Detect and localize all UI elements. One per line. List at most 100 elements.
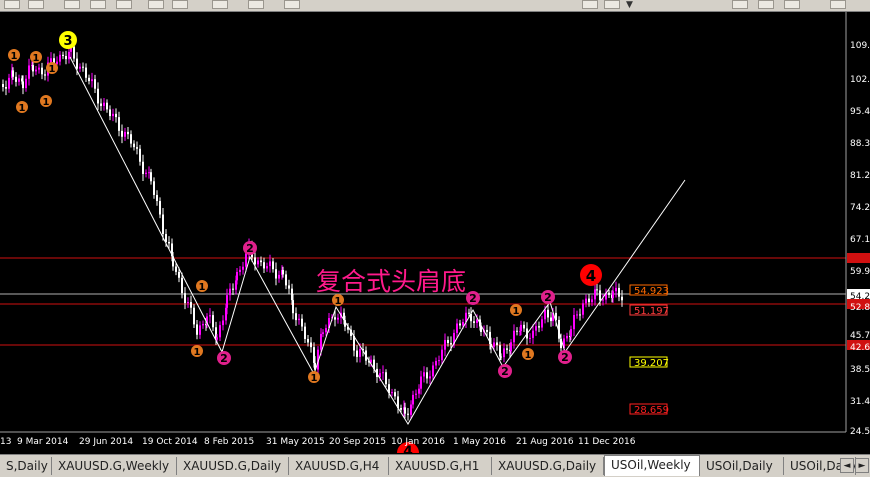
price-chart[interactable]: 复合式头肩底 1 1 1 1 1 3 1 1 2 2 1 1 4 2 2 1 1… bbox=[0, 12, 870, 453]
toolbar-button[interactable] bbox=[784, 0, 800, 9]
toolbar-button[interactable] bbox=[28, 0, 44, 9]
toolbar-button[interactable] bbox=[248, 0, 264, 9]
toolbar-button[interactable] bbox=[758, 0, 774, 9]
price-box[interactable]: 54.923 bbox=[629, 284, 669, 297]
candle-body bbox=[516, 330, 518, 332]
candle-body bbox=[301, 318, 303, 327]
tab-chart[interactable]: XAUUSD.G,Weekly bbox=[52, 457, 177, 475]
toolbar-button[interactable] bbox=[604, 0, 620, 9]
candle-body bbox=[573, 315, 575, 330]
candle-body bbox=[97, 88, 99, 104]
wave-label: 1 bbox=[30, 51, 42, 64]
candle-body bbox=[435, 360, 437, 366]
wave-label: 1 bbox=[8, 49, 20, 62]
tab-scroll-right-icon[interactable]: ► bbox=[855, 458, 869, 473]
candle-body bbox=[612, 291, 614, 298]
candle-body bbox=[82, 66, 84, 68]
candle-body bbox=[382, 372, 384, 374]
svg-text:1: 1 bbox=[513, 306, 520, 317]
toolbar-button[interactable] bbox=[732, 0, 748, 9]
candle-body bbox=[337, 317, 339, 320]
candle-body bbox=[8, 77, 10, 89]
price-axis-label: 42.6 bbox=[850, 343, 870, 353]
price-axis-label: 102. bbox=[850, 75, 870, 85]
candle-body bbox=[432, 365, 434, 377]
candle-body bbox=[493, 342, 495, 347]
candlesticks bbox=[2, 39, 623, 421]
wave-label: 1 bbox=[308, 371, 320, 384]
tab-chart[interactable]: XAUUSD.G,H4 bbox=[289, 457, 389, 475]
candle-body bbox=[148, 172, 150, 174]
candle-body bbox=[85, 67, 87, 78]
toolbar-button[interactable] bbox=[582, 0, 598, 9]
price-box[interactable]: 51.197 bbox=[629, 304, 669, 317]
price-axis-label: 74.2 bbox=[850, 203, 870, 213]
tab-active-chart[interactable]: USOil,Weekly bbox=[604, 455, 700, 476]
candle-body bbox=[5, 87, 7, 89]
candle-body bbox=[91, 79, 93, 82]
toolbar-button[interactable] bbox=[148, 0, 164, 9]
tab-chart[interactable]: XAUUSD.G,Daily bbox=[492, 457, 604, 475]
svg-text:1: 1 bbox=[33, 53, 40, 64]
tab-chart[interactable]: XAUUSD.G,Daily bbox=[177, 457, 289, 475]
svg-text:2: 2 bbox=[561, 351, 569, 364]
candle-body bbox=[356, 350, 358, 357]
toolbar-dropdown-arrow-icon[interactable]: ▼ bbox=[626, 1, 633, 10]
candle-body bbox=[438, 360, 440, 362]
candle-body bbox=[456, 323, 458, 333]
toolbar-button[interactable] bbox=[212, 0, 228, 9]
price-axis: 109. 102. 95.4 88.3 81.2 74.2 67.1 59.9 54.252.8… bbox=[845, 12, 870, 437]
candle-body bbox=[257, 260, 259, 265]
chart-area[interactable]: 复合式头肩底 1 1 1 1 1 3 1 1 2 2 1 1 4 2 2 1 1… bbox=[0, 12, 870, 453]
candle-body bbox=[130, 134, 132, 144]
svg-text:2: 2 bbox=[544, 291, 552, 304]
wave-label: 2 bbox=[498, 364, 512, 378]
candle-body bbox=[181, 277, 183, 294]
candle-body bbox=[532, 330, 534, 338]
candle-body bbox=[588, 298, 590, 303]
toolbar-button[interactable] bbox=[4, 0, 20, 9]
candle-body bbox=[28, 65, 30, 79]
time-axis-label: 13 bbox=[0, 437, 11, 447]
candle-body bbox=[50, 58, 52, 63]
candle-body bbox=[263, 262, 265, 269]
candle-body bbox=[193, 307, 195, 325]
candle-body bbox=[35, 69, 37, 72]
toolbar-button[interactable] bbox=[116, 0, 132, 9]
time-axis: 13 9 Mar 2014 29 Jun 2014 19 Oct 2014 8 Feb … bbox=[0, 431, 846, 447]
svg-text:54.923: 54.923 bbox=[634, 286, 669, 297]
price-box[interactable]: 39.207 bbox=[629, 356, 669, 369]
candle-body bbox=[15, 76, 17, 82]
wave-label: 2 bbox=[466, 291, 480, 305]
candle-body bbox=[621, 296, 623, 301]
candle-body bbox=[184, 293, 186, 304]
candle-body bbox=[18, 78, 20, 82]
price-box[interactable]: 28.659 bbox=[629, 403, 669, 416]
svg-text:1: 1 bbox=[19, 103, 26, 114]
wave-label: 1 bbox=[332, 294, 344, 307]
tab-chart[interactable]: XAUUSD.G,H1 bbox=[389, 457, 492, 475]
candle-body bbox=[585, 298, 587, 304]
candle-body bbox=[310, 342, 312, 348]
candle-body bbox=[394, 392, 396, 397]
tab-scroll-left-icon[interactable]: ◄ bbox=[840, 458, 854, 473]
candle-body bbox=[260, 260, 262, 263]
candle-body bbox=[275, 269, 277, 279]
candle-body bbox=[168, 241, 170, 244]
wave-label: 1 bbox=[191, 345, 203, 358]
toolbar-button[interactable] bbox=[172, 0, 188, 9]
candle-body bbox=[570, 329, 572, 337]
toolbar-button[interactable] bbox=[64, 0, 80, 9]
candle-body bbox=[212, 315, 214, 328]
tab-chart[interactable]: S,Daily bbox=[0, 457, 52, 475]
candle-body bbox=[239, 269, 241, 272]
toolbar-button[interactable] bbox=[90, 0, 106, 9]
candle-body bbox=[618, 287, 620, 297]
toolbar-button[interactable] bbox=[284, 0, 300, 9]
candle-body bbox=[541, 319, 543, 328]
tab-chart[interactable]: USOil,Daily bbox=[700, 457, 784, 475]
candle-body bbox=[520, 324, 522, 332]
toolbar-button[interactable] bbox=[830, 0, 846, 9]
candle-body bbox=[190, 302, 192, 308]
candle-body bbox=[426, 372, 428, 379]
